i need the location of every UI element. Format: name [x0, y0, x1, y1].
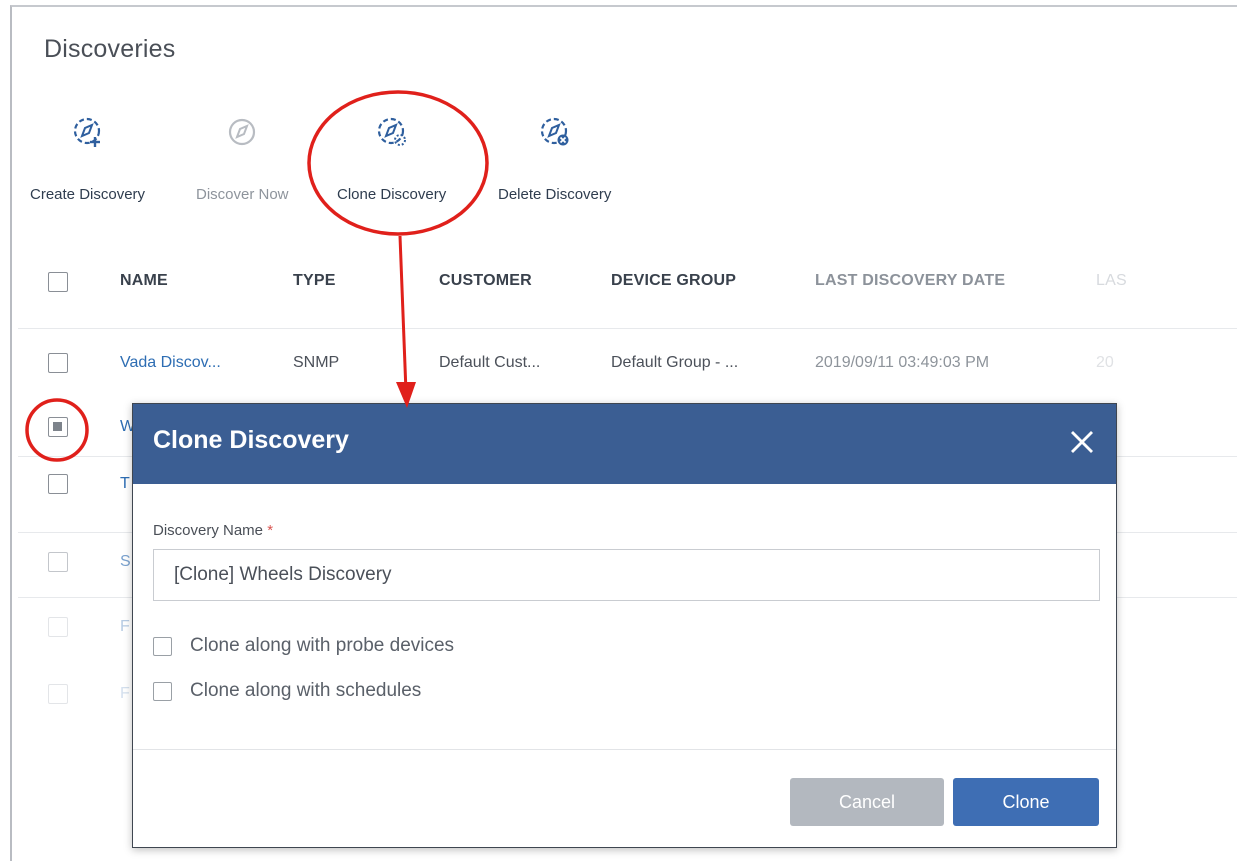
clone-discovery-button[interactable]: Clone Discovery [337, 110, 446, 210]
discovery-name-input[interactable] [153, 549, 1100, 601]
delete-discovery-button[interactable]: Delete Discovery [498, 110, 611, 210]
page-title: Discoveries [44, 35, 176, 63]
row-checkbox[interactable] [48, 552, 68, 572]
create-discovery-label: Create Discovery [30, 186, 146, 203]
dialog-header: Clone Discovery [133, 404, 1116, 484]
discovery-type: SNMP [293, 354, 340, 371]
cancel-button[interactable]: Cancel [790, 778, 944, 826]
column-header-type[interactable]: TYPE [293, 272, 336, 290]
discovery-name-label: Discovery Name * [153, 522, 273, 539]
clone-probe-devices-label: Clone along with probe devices [190, 635, 455, 656]
discovery-customer: Default Cust... [439, 354, 541, 371]
clone-probe-devices-option[interactable]: Clone along with probe devices [153, 634, 454, 658]
dialog-footer: Cancel Clone [133, 749, 1116, 847]
clone-probe-devices-checkbox[interactable] [153, 636, 172, 656]
dialog-title: Clone Discovery [153, 426, 349, 454]
discovery-name-label-text: Discovery Name [153, 522, 264, 539]
clone-schedules-label: Clone along with schedules [190, 680, 422, 701]
discovery-name-link[interactable]: F [120, 685, 130, 703]
compass-add-icon [66, 110, 110, 154]
clone-button[interactable]: Clone [953, 778, 1099, 826]
compass-delete-icon [533, 110, 577, 154]
column-header-name[interactable]: NAME [120, 272, 168, 290]
row-checkbox-selected[interactable] [48, 417, 68, 437]
discovery-name-link[interactable]: F [120, 618, 130, 636]
discover-now-button[interactable]: Discover Now [196, 110, 289, 210]
clone-schedules-checkbox[interactable] [153, 681, 172, 701]
clone-discovery-label: Clone Discovery [337, 186, 447, 203]
discovery-device-group: Default Group - ... [611, 354, 739, 371]
compass-clone-icon [370, 110, 414, 154]
create-discovery-button[interactable]: Create Discovery [30, 110, 145, 210]
discovery-name-link[interactable]: Vada Discov... [120, 354, 221, 372]
column-header-last-discovery-date[interactable]: LAST DISCOVERY DATE [815, 272, 1005, 290]
discovery-name-link[interactable]: T [120, 475, 130, 493]
column-header-customer[interactable]: CUSTOMER [439, 272, 532, 290]
row-checkbox[interactable] [48, 353, 68, 373]
delete-discovery-label: Delete Discovery [498, 186, 612, 203]
compass-icon [220, 110, 264, 154]
discovery-name-link[interactable]: S [120, 553, 131, 571]
discover-now-label: Discover Now [196, 186, 289, 203]
table-row[interactable]: Vada Discov... SNMP Default Cust... Defa… [18, 336, 1237, 392]
clone-discovery-dialog: Clone Discovery Discovery Name * Clone a… [132, 403, 1117, 848]
discovery-last-date: 2019/09/11 03:49:03 PM [815, 354, 990, 371]
clone-schedules-option[interactable]: Clone along with schedules [153, 679, 421, 703]
select-all-checkbox[interactable] [48, 272, 68, 292]
row-checkbox[interactable] [48, 684, 68, 704]
column-header-device-group[interactable]: DEVICE GROUP [611, 272, 736, 290]
table-header: NAME TYPE CUSTOMER DEVICE GROUP LAST DIS… [18, 262, 1237, 308]
row-checkbox[interactable] [48, 474, 68, 494]
required-asterisk: * [267, 522, 274, 539]
column-header-last[interactable]: LAS [1096, 272, 1127, 290]
discovery-extra: 20 [1096, 354, 1114, 371]
row-divider [18, 328, 1237, 329]
row-checkbox[interactable] [48, 617, 68, 637]
close-icon[interactable] [1064, 424, 1100, 460]
